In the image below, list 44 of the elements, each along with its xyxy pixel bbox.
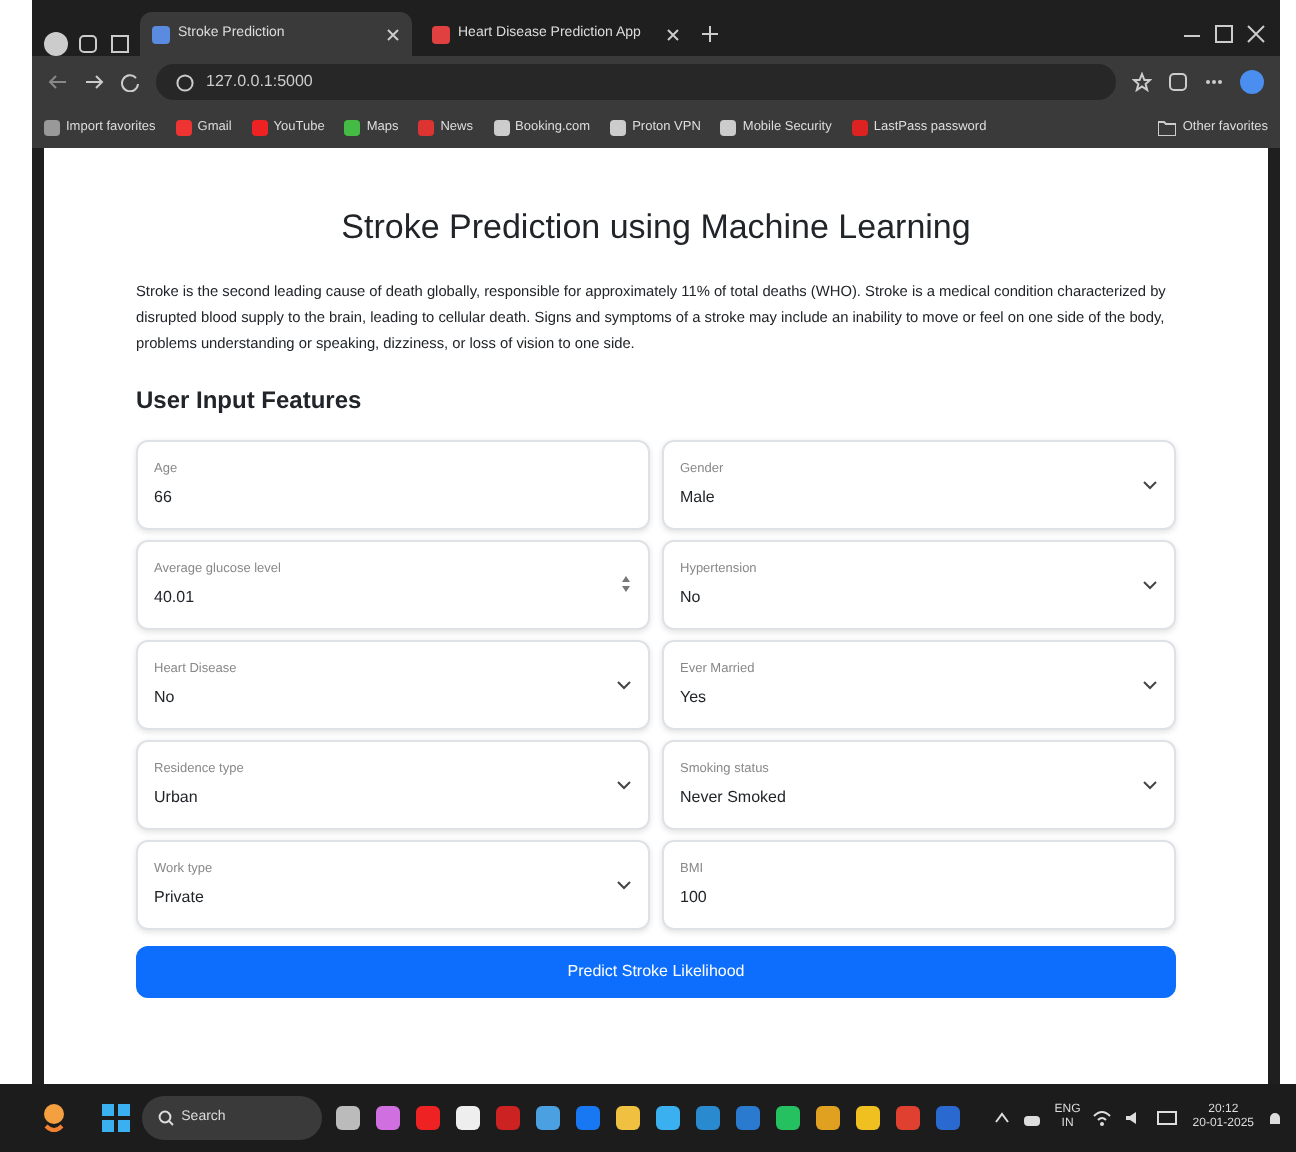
chevron-down-icon <box>1142 579 1158 590</box>
chevron-down-icon <box>616 879 632 890</box>
page-icon <box>432 25 450 43</box>
app-icon[interactable] <box>653 1104 682 1132</box>
site-icon <box>720 120 737 136</box>
app-icon[interactable] <box>813 1104 842 1132</box>
close-icon[interactable] <box>386 27 400 41</box>
chevron-down-icon <box>1142 679 1158 690</box>
predict-button[interactable]: Predict Stroke Likelihood <box>136 945 1176 998</box>
search-icon <box>157 1110 174 1126</box>
site-icon <box>251 120 268 136</box>
spinner-icon[interactable] <box>620 574 632 595</box>
back-icon[interactable] <box>48 72 68 92</box>
page-title: Stroke Prediction using Machine Learning <box>339 208 973 249</box>
favorite-icon[interactable] <box>1132 72 1152 92</box>
chevron-down-icon <box>616 779 632 790</box>
profile-icon[interactable] <box>44 32 68 56</box>
site-icon <box>44 120 60 136</box>
app-icon[interactable] <box>613 1104 642 1132</box>
chevron-down-icon <box>1142 479 1158 490</box>
app-icon[interactable] <box>453 1104 482 1132</box>
site-icon <box>610 120 627 136</box>
page-icon <box>152 25 170 43</box>
site-icon <box>175 120 192 136</box>
site-icon <box>344 120 361 136</box>
app-icon[interactable] <box>373 1104 402 1132</box>
chevron-up-icon[interactable] <box>994 1110 1011 1126</box>
site-icon <box>418 120 435 136</box>
app-icon[interactable] <box>333 1104 362 1132</box>
chevron-down-icon <box>616 679 632 690</box>
app-icon[interactable] <box>533 1104 562 1132</box>
folder-icon <box>1158 120 1177 136</box>
site-icon <box>851 120 868 136</box>
close-icon[interactable] <box>666 27 680 41</box>
app-icon[interactable] <box>853 1104 882 1132</box>
site-icon <box>493 120 509 136</box>
address-bar[interactable]: 127.0.0.1:5000 <box>156 64 1116 100</box>
chevron-down-icon <box>1142 779 1158 790</box>
section-heading: User Input Features <box>136 386 364 416</box>
app-icon[interactable] <box>773 1104 802 1132</box>
forward-icon[interactable] <box>84 72 104 92</box>
refresh-icon[interactable] <box>120 72 140 92</box>
start-icon[interactable] <box>101 1104 130 1132</box>
wifi-icon[interactable] <box>1092 1110 1113 1126</box>
